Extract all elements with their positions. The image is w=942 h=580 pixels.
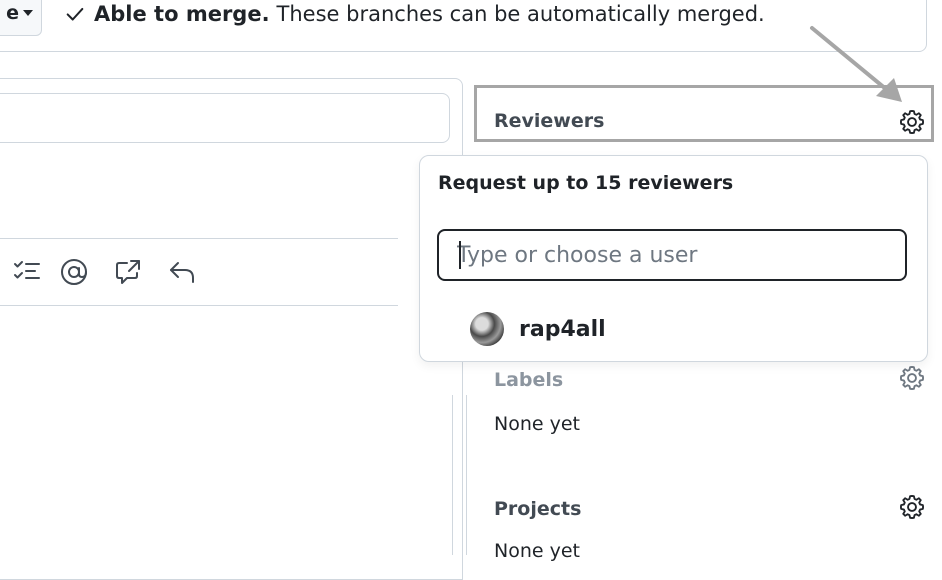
projects-value: None yet	[494, 540, 580, 562]
annotation-arrow	[810, 26, 902, 102]
avatar	[470, 312, 504, 346]
merge-method-button[interactable]: e	[0, 0, 42, 36]
toolbar-divider	[0, 305, 398, 306]
projects-heading: Projects	[494, 498, 582, 520]
labels-heading: Labels	[494, 369, 564, 391]
merge-status-title: Able to merge.	[94, 2, 270, 26]
cross-reference-icon[interactable]	[114, 258, 142, 286]
sidebar-divider	[466, 395, 467, 555]
comment-editor-frame	[0, 78, 463, 580]
reviewer-option[interactable]: rap4all	[470, 311, 606, 347]
check-icon	[66, 7, 84, 21]
toolbar-divider	[0, 238, 398, 239]
reviewer-search-input[interactable]	[437, 229, 907, 281]
reviewers-gear-icon[interactable]	[898, 108, 926, 136]
reviewers-heading: Reviewers	[494, 110, 605, 132]
reply-icon[interactable]	[168, 258, 196, 286]
mention-icon[interactable]	[60, 258, 88, 286]
reviewer-popover: Request up to 15 reviewers rap4all	[419, 155, 928, 362]
title-input[interactable]	[0, 93, 450, 143]
caret-down-icon	[23, 10, 33, 16]
merge-status-text: These branches can be automatically merg…	[276, 2, 765, 26]
sidebar-divider	[452, 395, 453, 555]
labels-gear-icon[interactable]	[898, 364, 926, 392]
text-cursor	[459, 241, 461, 269]
task-list-icon[interactable]	[13, 258, 41, 286]
labels-value: None yet	[494, 413, 580, 435]
merge-method-label: e	[6, 2, 19, 24]
projects-gear-icon[interactable]	[898, 493, 926, 521]
popover-title: Request up to 15 reviewers	[438, 172, 734, 194]
reviewer-username: rap4all	[519, 316, 606, 342]
merge-status: Able to merge. These branches can be aut…	[64, 0, 765, 28]
